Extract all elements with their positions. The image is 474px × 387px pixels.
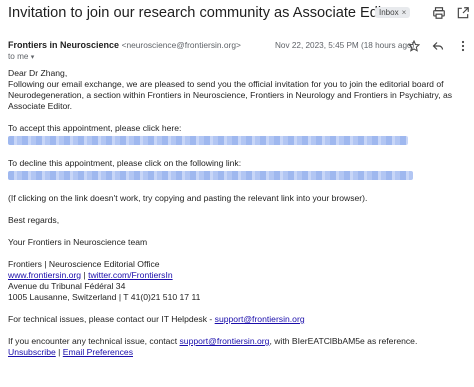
website-link[interactable]: www.frontiersin.org (8, 270, 81, 280)
address-line-2: 1005 Lausanne, Switzerland | T 41(0)21 5… (8, 292, 201, 302)
email-date: Nov 22, 2023, 5:45 PM (18 hours ago) (275, 41, 415, 50)
print-icon[interactable] (432, 6, 446, 20)
remove-label-icon[interactable]: × (402, 8, 407, 17)
open-in-new-window-icon[interactable] (456, 6, 470, 20)
accept-link-redacted[interactable] (8, 136, 408, 145)
inbox-label-text: Inbox (379, 8, 399, 17)
team-signature: Your Frontiers in Neuroscience team (8, 237, 148, 247)
accept-instruction: To accept this appointment, please click… (8, 123, 182, 133)
links-line: www.frontiersin.org | twitter.com/Fronti… (8, 270, 468, 281)
chevron-down-icon[interactable]: ▾ (31, 54, 35, 61)
decline-link-redacted[interactable] (8, 171, 413, 180)
greeting: Dear Dr Zhang, (8, 68, 68, 78)
decline-instruction: To decline this appointment, please clic… (8, 158, 242, 168)
email-preferences-link[interactable]: Email Preferences (63, 347, 133, 357)
links-separator: | (83, 270, 86, 280)
issue-text-end: , with BIerEATClBbAM5e as reference. (269, 336, 418, 346)
intro-paragraph: Following our email exchange, we are ple… (8, 79, 453, 111)
support-email-link-2[interactable]: support@frontiersin.org (180, 336, 270, 346)
tech-support-text: For technical issues, please contact our… (8, 314, 215, 324)
star-icon[interactable] (408, 40, 420, 52)
issue-text-start: If you encounter any technical issue, co… (8, 336, 180, 346)
twitter-link[interactable]: twitter.com/FrontiersIn (88, 270, 173, 280)
sender-name: Frontiers in Neuroscience (8, 40, 120, 50)
support-email-link[interactable]: support@frontiersin.org (215, 314, 305, 324)
recipient-details[interactable]: to me ▾ (8, 52, 34, 61)
address-line-1: Avenue du Tribunal Fédéral 34 (8, 281, 126, 291)
sender[interactable]: Frontiers in Neuroscience <neuroscience@… (8, 40, 241, 50)
footer-separator: | (58, 347, 61, 357)
sender-email: <neuroscience@frontiersin.org> (121, 40, 241, 50)
issue-line: If you encounter any technical issue, co… (8, 336, 468, 347)
recipient-text: to me (8, 52, 29, 61)
office-name: Frontiers | Neuroscience Editorial Offic… (8, 259, 160, 269)
regards: Best regards, (8, 215, 60, 225)
more-options-icon[interactable] (458, 40, 468, 52)
reply-icon[interactable] (432, 40, 444, 52)
tech-support-line: For technical issues, please contact our… (8, 314, 468, 325)
inbox-label[interactable]: Inbox × (375, 7, 411, 18)
unsubscribe-link[interactable]: Unsubscribe (8, 347, 56, 357)
footer-links: Unsubscribe | Email Preferences (8, 347, 468, 358)
email-body: Dear Dr Zhang, Following our email excha… (8, 68, 468, 358)
link-note: (If clicking on the link doesn't work, t… (8, 193, 368, 203)
email-subject: Invitation to join our research communit… (8, 5, 399, 21)
